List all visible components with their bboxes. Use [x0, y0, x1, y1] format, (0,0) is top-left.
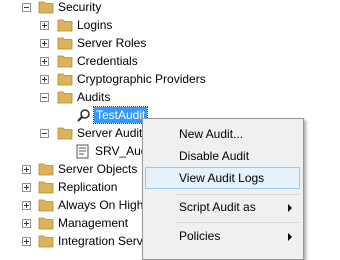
collapse-icon[interactable] [40, 93, 49, 102]
tree-label: Integration Servi [58, 234, 146, 248]
expand-icon[interactable] [22, 237, 31, 246]
tree-label: Server Objects [58, 162, 138, 176]
folder-icon [57, 19, 73, 32]
tree-node-credentials[interactable]: Credentials [0, 53, 200, 71]
menu-item-label: New Audit... [179, 127, 244, 141]
tree-label: Server Roles [77, 36, 147, 50]
tree-node-security[interactable]: Security [0, 0, 200, 17]
tree-label: Always On High [58, 198, 144, 212]
menu-separator [175, 194, 300, 195]
folder-icon [38, 181, 54, 194]
audit-magnifier-icon [77, 109, 90, 122]
context-menu: New Audit... Disable Audit View Audit Lo… [142, 118, 304, 260]
tree-node-management[interactable]: Management [0, 215, 142, 233]
tree-node-cryptographic-providers[interactable]: Cryptographic Providers [0, 71, 230, 89]
expand-icon[interactable] [22, 201, 31, 210]
collapse-icon[interactable] [40, 129, 49, 138]
tree-node-replication[interactable]: Replication [0, 179, 142, 197]
tree-node-logins[interactable]: Logins [0, 17, 200, 35]
tree-label: Audits [77, 90, 111, 104]
tree-node-audits[interactable]: Audits [0, 89, 200, 107]
menu-item-label: Policies [179, 229, 221, 243]
tree-label: Management [58, 216, 129, 230]
tree-node-server-audit-specifications[interactable]: Server Audit [0, 125, 142, 143]
tree-node-srv-audit[interactable]: SRV_Aud [0, 143, 147, 161]
collapse-icon[interactable] [22, 3, 31, 12]
menu-item-policies[interactable]: Policies [145, 225, 300, 247]
tree-node-server-roles[interactable]: Server Roles [0, 35, 200, 53]
menu-item-script-audit-as[interactable]: Script Audit as [145, 196, 300, 218]
tree-node-server-objects[interactable]: Server Objects [0, 161, 142, 179]
tree-label: Server Audit [77, 126, 143, 140]
tree-label: Cryptographic Providers [77, 72, 206, 86]
folder-icon [38, 163, 54, 176]
folder-icon [57, 37, 73, 50]
submenu-arrow-icon [288, 233, 292, 241]
folder-icon [38, 1, 54, 14]
tree-node-always-on[interactable]: Always On High [0, 197, 144, 215]
folder-icon [57, 127, 73, 140]
tree-node-integration-services[interactable]: Integration Servi [0, 233, 146, 251]
menu-separator [175, 222, 300, 223]
folder-icon [57, 73, 73, 86]
folder-icon [57, 91, 73, 104]
submenu-arrow-icon [288, 204, 292, 212]
tree-label: SRV_Aud [95, 144, 148, 158]
expand-icon[interactable] [40, 21, 49, 30]
folder-icon [38, 199, 54, 212]
tree-label: Logins [77, 18, 113, 32]
audit-specification-icon [76, 144, 89, 159]
expand-icon[interactable] [40, 57, 49, 66]
tree-label: Credentials [77, 54, 138, 68]
folder-icon [57, 55, 73, 68]
menu-item-disable-audit[interactable]: Disable Audit [145, 145, 300, 167]
expand-icon[interactable] [40, 39, 49, 48]
folder-icon [38, 217, 54, 230]
tree-label-selected: TestAudit [92, 106, 149, 124]
expand-icon[interactable] [22, 165, 31, 174]
menu-item-label: Disable Audit [179, 149, 250, 163]
menu-item-label: View Audit Logs [179, 171, 265, 185]
tree-label: Replication [58, 180, 118, 194]
folder-icon [38, 235, 54, 248]
expand-icon[interactable] [22, 219, 31, 228]
tree-label: Security [58, 0, 102, 14]
menu-item-label: Script Audit as [179, 200, 256, 214]
expand-icon[interactable] [22, 183, 31, 192]
menu-item-view-audit-logs[interactable]: View Audit Logs [145, 167, 300, 189]
expand-icon[interactable] [40, 75, 49, 84]
menu-item-new-audit[interactable]: New Audit... [145, 123, 300, 145]
